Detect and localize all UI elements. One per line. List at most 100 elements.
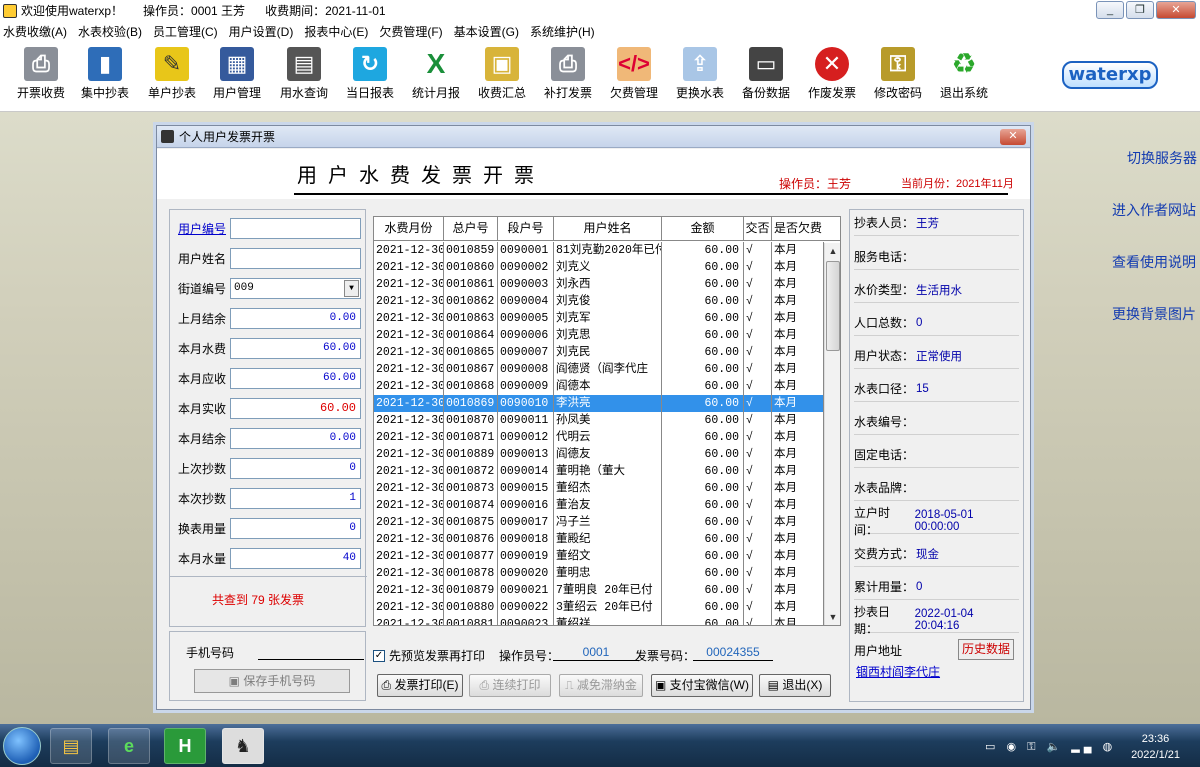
menu-item[interactable]: 员工管理(C)	[153, 23, 218, 40]
table-row[interactable]: 2021-12-30 0010872 0090014 董明艳（董大 60.00 √ 本月	[374, 463, 824, 480]
table-scrollbar[interactable]: ▲ ▼	[824, 243, 840, 625]
user-id-link[interactable]: 用户编号	[178, 220, 230, 237]
waterxp-task-icon[interactable]: ♞	[222, 728, 264, 764]
start-button[interactable]	[3, 727, 41, 765]
restore-button[interactable]: ❐	[1126, 1, 1154, 19]
history-data-button[interactable]: 历史数据	[958, 639, 1014, 660]
toolbar-button[interactable]: ⚿ 修改密码	[868, 47, 928, 101]
table-row[interactable]: 2021-12-30 0010881 0090023 董绍祥 60.00 √ 本月	[374, 616, 824, 625]
table-row[interactable]: 2021-12-30 0010879 0090021 7董明良 20年已付 60.00 √…	[374, 582, 824, 599]
print-invoice-button[interactable]: ⎙ 发票打印(E)	[377, 674, 463, 697]
waive-late-fee-button[interactable]: ⎍ 减免滞纳金	[559, 674, 643, 697]
menu-item[interactable]: 用户设置(D)	[229, 23, 294, 40]
exit-button[interactable]: ▤ 退出(X)	[759, 674, 831, 697]
user-name-input[interactable]	[230, 247, 361, 269]
toolbar-button[interactable]: ✕ 作废发票	[802, 47, 862, 101]
column-header[interactable]: 段户号	[498, 217, 554, 240]
menu-item[interactable]: 系统维护(H)	[530, 23, 595, 40]
toolbar-button[interactable]: </> 欠费管理	[604, 47, 664, 101]
menu-item[interactable]: 欠费管理(F)	[379, 23, 442, 40]
column-header[interactable]: 交否	[744, 217, 772, 240]
change-background-link[interactable]: 更换背景图片	[1112, 304, 1196, 324]
folder-icon[interactable]: ▤	[50, 728, 92, 764]
column-header[interactable]: 用户姓名	[554, 217, 662, 240]
table-row[interactable]: 2021-12-30 0010869 0090010 李洪亮 60.00 √ 本月	[374, 395, 824, 412]
menu-item[interactable]: 报表中心(E)	[304, 23, 368, 40]
current-reading-field[interactable]: 1	[230, 487, 361, 509]
toolbar-button[interactable]: ♻ 退出系统	[934, 47, 994, 101]
table-row[interactable]: 2021-12-30 0010871 0090012 代明云 60.00 √ 本月	[374, 429, 824, 446]
column-header[interactable]: 是否欠费	[772, 217, 824, 240]
minimize-button[interactable]: _	[1096, 1, 1124, 19]
toolbar-button[interactable]: ⇪ 更换水表	[670, 47, 730, 101]
toolbar-button[interactable]: ↻ 当日报表	[340, 47, 400, 101]
last-balance-field[interactable]: 0.00	[230, 307, 361, 329]
month-water-field[interactable]: 40	[230, 547, 361, 569]
toolbar-button[interactable]: ⎙ 补打发票	[538, 47, 598, 101]
system-tray-icons[interactable]: ▭ ◉ ⚿ 🔈 ▂▄ ◍	[985, 740, 1116, 754]
scroll-up-icon[interactable]: ▲	[825, 243, 840, 259]
table-cell: 2021-12-30	[376, 344, 444, 361]
close-button[interactable]: ✕	[1156, 1, 1196, 19]
table-row[interactable]: 2021-12-30 0010864 0090006 刘克思 60.00 √ 本月	[374, 327, 824, 344]
table-row[interactable]: 2021-12-30 0010861 0090003 刘永西 60.00 √ 本月	[374, 276, 824, 293]
table-row[interactable]: 2021-12-30 0010880 0090022 3董绍云 20年已付 60.00 √…	[374, 599, 824, 616]
toolbar-button[interactable]: ▦ 用户管理	[207, 47, 267, 101]
toolbar-button[interactable]: ▮ 集中抄表	[75, 47, 135, 101]
actual-paid-field[interactable]: 60.00	[230, 397, 361, 419]
receivable-field[interactable]: 60.00	[230, 367, 361, 389]
manual-link[interactable]: 查看使用说明	[1112, 252, 1196, 272]
table-row[interactable]: 2021-12-30 0010878 0090020 董明忠 60.00 √ 本月	[374, 565, 824, 582]
column-header[interactable]: 水费月份	[374, 217, 444, 240]
menu-item[interactable]: 水表校验(B)	[78, 23, 142, 40]
toolbar-button[interactable]: X 统计月报	[406, 47, 466, 101]
table-row[interactable]: 2021-12-30 0010875 0090017 冯子兰 60.00 √ 本月	[374, 514, 824, 531]
toolbar-button[interactable]: ▤ 用水查询	[274, 47, 334, 101]
save-phone-button[interactable]: ▣ 保存手机号码	[194, 669, 350, 693]
operator-number-field[interactable]: 0001	[553, 643, 639, 661]
toolbar-button[interactable]: ✎ 单户抄表	[142, 47, 202, 101]
last-reading-field[interactable]: 0	[230, 457, 361, 479]
column-header[interactable]: 金额	[662, 217, 744, 240]
toolbar-button[interactable]: ▣ 收费汇总	[472, 47, 532, 101]
table-row[interactable]: 2021-12-30 0010863 0090005 刘克军 60.00 √ 本月	[374, 310, 824, 327]
table-row[interactable]: 2021-12-30 0010868 0090009 阎德本 60.00 √ 本月	[374, 378, 824, 395]
continuous-print-button[interactable]: ⎙ 连续打印	[469, 674, 551, 697]
table-row[interactable]: 2021-12-30 0010862 0090004 刘克俊 60.00 √ 本月	[374, 293, 824, 310]
table-row[interactable]: 2021-12-30 0010867 0090008 阎德贤（阎李代庄 60.00 √ 本月	[374, 361, 824, 378]
table-row[interactable]: 2021-12-30 0010876 0090018 董殿纪 60.00 √ 本月	[374, 531, 824, 548]
toolbar-button[interactable]: ⎙ 开票收费	[11, 47, 71, 101]
switch-server-link[interactable]: 切换服务器	[1127, 148, 1197, 168]
table-row[interactable]: 2021-12-30 0010865 0090007 刘克民 60.00 √ 本月	[374, 344, 824, 361]
street-select[interactable]: 009 ▼	[230, 277, 361, 299]
checkbox-check-icon[interactable]: ✓	[373, 649, 385, 662]
column-header[interactable]: 总户号	[444, 217, 498, 240]
alipay-wechat-button[interactable]: ▣ 支付宝微信(W)	[651, 674, 753, 697]
water-fee-field[interactable]: 60.00	[230, 337, 361, 359]
menu-item[interactable]: 水费收缴(A)	[3, 23, 67, 40]
meter-change-usage-field[interactable]: 0	[230, 517, 361, 539]
preview-checkbox[interactable]: ✓ 先预览发票再打印	[373, 647, 485, 664]
address-link[interactable]: 锢西村阎李代庄	[856, 663, 940, 680]
user-id-input[interactable]	[230, 217, 361, 239]
invoice-number-field[interactable]: 00024355	[693, 643, 773, 661]
month-balance-field[interactable]: 0.00	[230, 427, 361, 449]
toolbar-button[interactable]: ▭ 备份数据	[736, 47, 796, 101]
table-row[interactable]: 2021-12-30 0010889 0090013 阎德友 60.00 √ 本月	[374, 446, 824, 463]
browser-icon[interactable]: e	[108, 728, 150, 764]
chevron-down-icon[interactable]: ▼	[344, 279, 359, 297]
phone-input[interactable]	[258, 659, 364, 660]
menu-item[interactable]: 基本设置(G)	[454, 23, 519, 40]
table-row[interactable]: 2021-12-30 0010860 0090002 刘克义 60.00 √ 本月	[374, 259, 824, 276]
table-row[interactable]: 2021-12-30 0010859 0090001 81刘克勤2020年已付 60.0…	[374, 242, 824, 259]
author-site-link[interactable]: 进入作者网站	[1112, 200, 1196, 220]
table-row[interactable]: 2021-12-30 0010873 0090015 董绍杰 60.00 √ 本月	[374, 480, 824, 497]
scroll-thumb[interactable]	[826, 261, 840, 351]
clock[interactable]: 23:36 2022/1/21	[1131, 731, 1180, 763]
dialog-close-button[interactable]: ✕	[1000, 129, 1026, 145]
table-row[interactable]: 2021-12-30 0010877 0090019 董绍文 60.00 √ 本月	[374, 548, 824, 565]
table-row[interactable]: 2021-12-30 0010870 0090011 孙凤美 60.00 √ 本月	[374, 412, 824, 429]
scroll-down-icon[interactable]: ▼	[825, 609, 840, 625]
table-row[interactable]: 2021-12-30 0010874 0090016 董治友 60.00 √ 本月	[374, 497, 824, 514]
h-app-icon[interactable]: H	[164, 728, 206, 764]
